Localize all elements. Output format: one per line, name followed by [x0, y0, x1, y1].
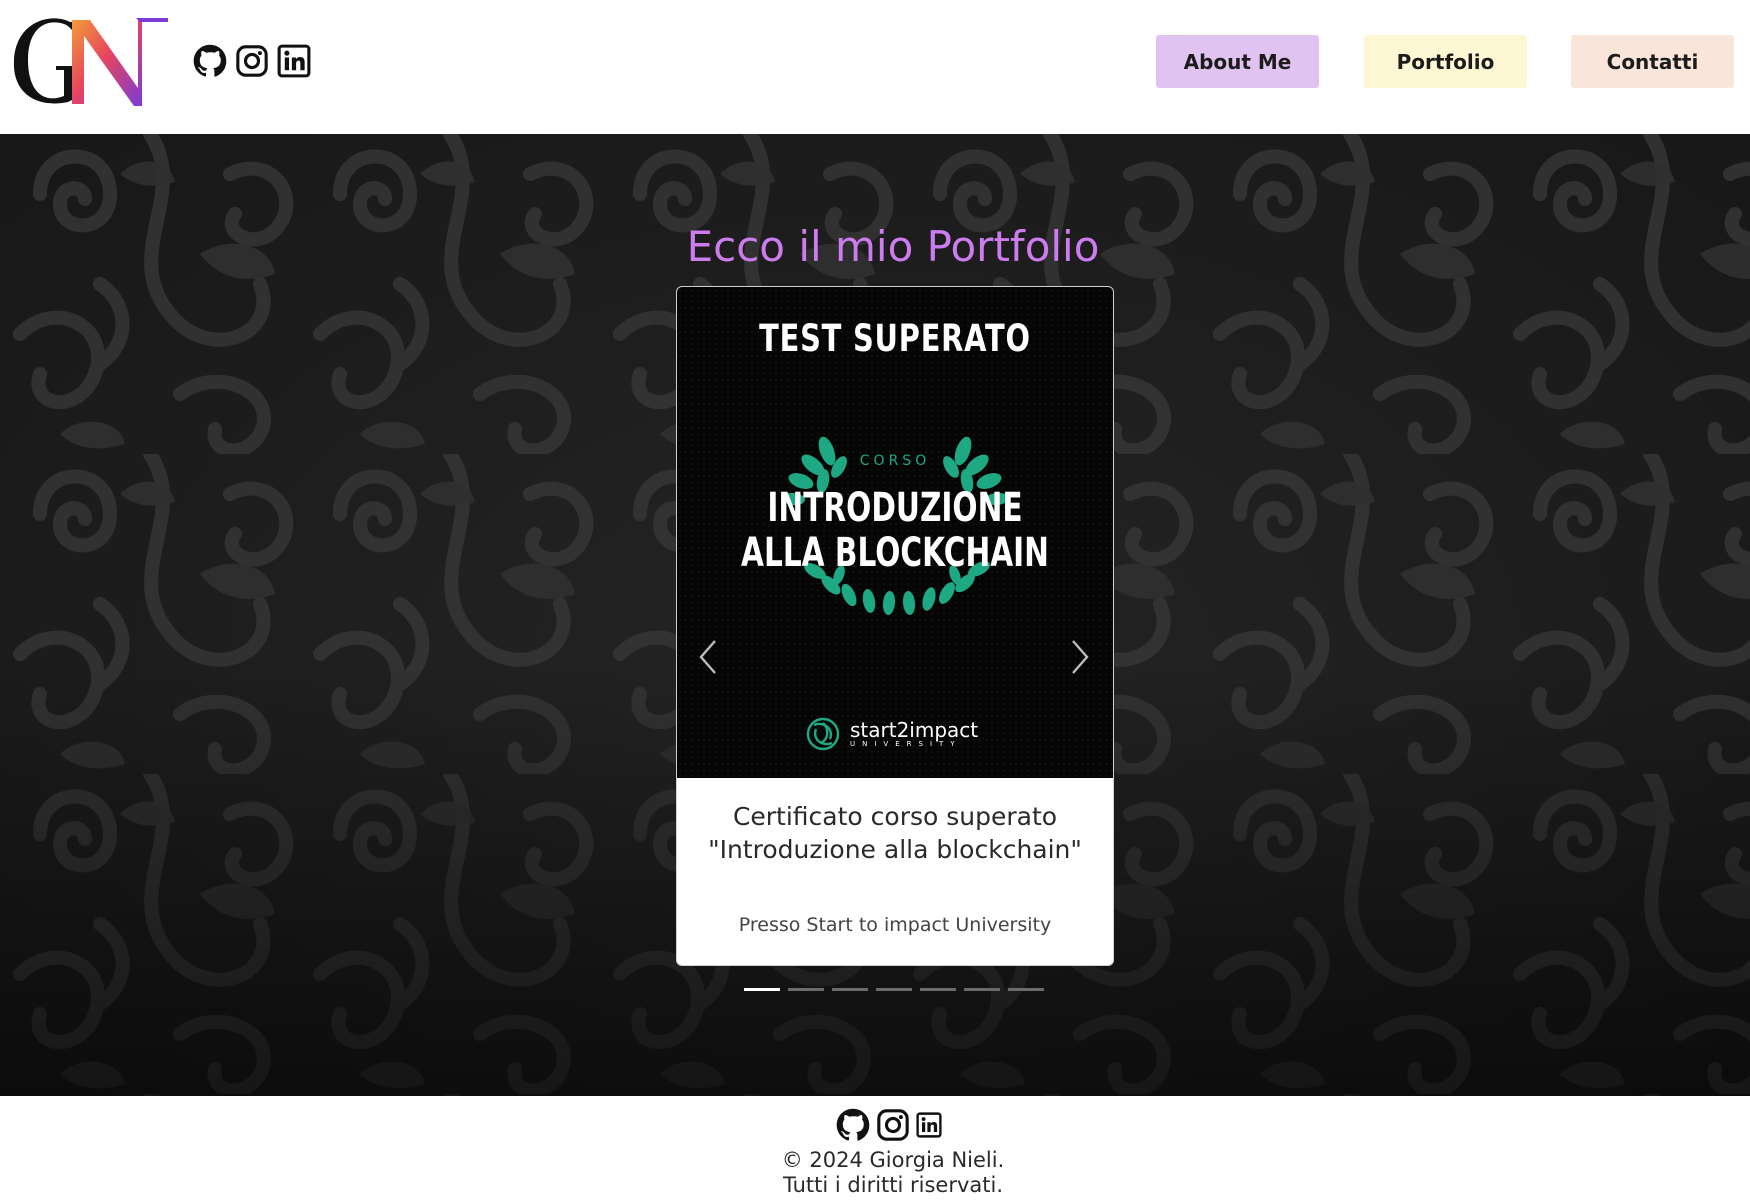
nav-portfolio-button[interactable]: Portfolio: [1364, 35, 1527, 88]
card-subtitle: Presso Start to impact University: [738, 914, 1052, 936]
nav-about-me-button[interactable]: About Me: [1156, 35, 1319, 88]
copyright-line: Tutti i diritti riservati.: [782, 1173, 1004, 1197]
carousel-prev-arrow-icon[interactable]: [695, 637, 721, 677]
carousel-indicator[interactable]: [788, 988, 824, 991]
carousel-indicator[interactable]: [964, 988, 1000, 991]
carousel-indicator[interactable]: [1008, 988, 1044, 991]
start2impact-icon: [806, 717, 840, 751]
copyright-line: © 2024 Giorgia Nieli.: [781, 1148, 1005, 1172]
certificate-top-text: TEST SUPERATO: [759, 317, 1031, 360]
instagram-icon[interactable]: [876, 1108, 910, 1142]
logo[interactable]: [10, 8, 170, 110]
certificate-course-line2: ALLA BLOCKCHAIN: [741, 530, 1049, 576]
site-header: About Me Portfolio Contatti: [0, 0, 1750, 134]
card-title: Certificato corso superato "Introduzione…: [708, 802, 1082, 864]
linkedin-icon[interactable]: [277, 44, 311, 78]
card-body: Certificato corso superato "Introduzione…: [677, 778, 1113, 965]
certificate-image: TEST SUPERATO CORSO INTRODUZIONE ALLA BL…: [677, 287, 1113, 778]
instagram-icon[interactable]: [235, 44, 269, 78]
footer-social-links: [836, 1108, 942, 1142]
github-icon[interactable]: [836, 1108, 870, 1142]
start2impact-logo: start2impact UNIVERSITY: [804, 715, 978, 753]
github-icon[interactable]: [193, 44, 227, 78]
carousel-next-arrow-icon[interactable]: [1067, 637, 1093, 677]
nav-contatti-button[interactable]: Contatti: [1571, 35, 1734, 88]
site-footer: © 2024 Giorgia Nieli. Tutti i diritti ri…: [0, 1096, 1750, 1200]
certificate-course-line1: INTRODUZIONE: [767, 485, 1023, 531]
carousel-indicator[interactable]: [832, 988, 868, 991]
carousel-indicator[interactable]: [876, 988, 912, 991]
brand-sub: UNIVERSITY: [850, 740, 962, 748]
header-social-links: [193, 44, 311, 78]
brand-name: start2impact: [850, 718, 979, 742]
carousel-card: TEST SUPERATO CORSO INTRODUZIONE ALLA BL…: [676, 286, 1114, 966]
carousel-indicator[interactable]: [744, 988, 780, 991]
carousel-indicator[interactable]: [920, 988, 956, 991]
copyright: © 2024 Giorgia Nieli. Tutti i diritti ri…: [0, 1148, 1750, 1198]
carousel-indicators: [744, 988, 1044, 991]
section-title: Ecco il mio Portfolio: [686, 222, 1100, 271]
portfolio-section: Ecco il mio Portfolio TEST SUPERATO CORS…: [0, 134, 1750, 1096]
certificate-badge-label: CORSO: [859, 453, 931, 469]
linkedin-icon[interactable]: [916, 1112, 942, 1138]
